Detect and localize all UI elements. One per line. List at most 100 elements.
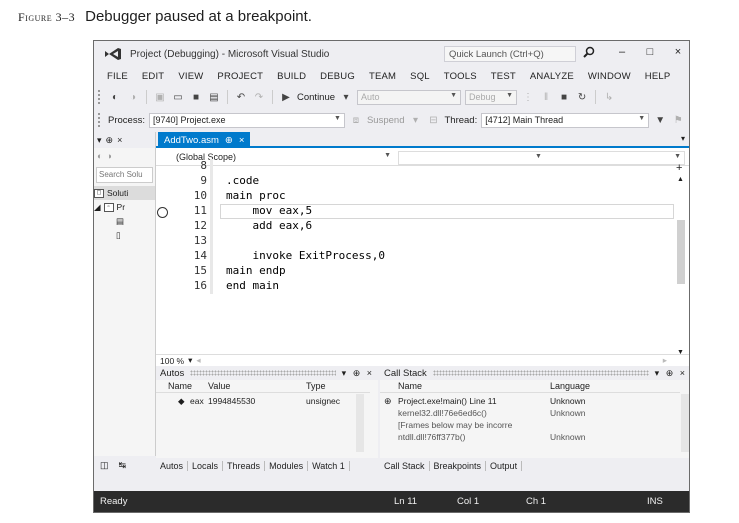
menu-test[interactable]: TEST xyxy=(484,71,523,82)
autos-scrollbar[interactable] xyxy=(356,394,364,452)
solution-explorer-tab-icon[interactable]: ◫ xyxy=(100,460,109,471)
menu-sql[interactable]: SQL xyxy=(403,71,437,82)
new-project-icon[interactable]: ▣ xyxy=(153,90,167,104)
flag-threads-icon[interactable]: ⚑ xyxy=(671,113,685,127)
tab-locals[interactable]: Locals xyxy=(188,461,224,471)
undo-icon[interactable]: ↶ xyxy=(234,90,248,104)
restart-icon[interactable]: ↻ xyxy=(575,90,589,104)
scrollbar-thumb[interactable] xyxy=(677,220,685,284)
menu-view[interactable]: VIEW xyxy=(171,71,210,82)
menu-team[interactable]: TEAM xyxy=(362,71,403,82)
configuration-select[interactable]: Debug ▼ xyxy=(465,89,518,105)
thread-select[interactable]: [4712] Main Thread ▼ xyxy=(481,112,650,128)
toolbar-grip[interactable] xyxy=(98,113,102,127)
class-view-tab-icon[interactable]: ↹ xyxy=(119,460,127,471)
tab-addtwo-asm[interactable]: AddTwo.asm ⊕ × xyxy=(158,132,251,148)
navigate-forward-icon[interactable]: ◑ xyxy=(126,90,140,104)
tab-overflow-chevron-icon[interactable]: ▾ xyxy=(681,134,685,143)
close-button[interactable]: × xyxy=(670,46,686,62)
suspend-button[interactable]: Suspend xyxy=(367,115,405,126)
zoom-level[interactable]: 100 % xyxy=(160,356,184,366)
table-row[interactable]: [Frames below may be incorre xyxy=(380,420,680,432)
code-line: 14 invoke ExitProcess,0 xyxy=(156,249,674,264)
suspend-icon[interactable]: ⧈ xyxy=(349,113,363,127)
break-all-icon[interactable]: ‖ xyxy=(539,90,553,104)
pin-icon[interactable]: ⊕ xyxy=(106,135,114,146)
save-icon[interactable]: ■ xyxy=(189,90,203,104)
tab-modules[interactable]: Modules xyxy=(265,461,309,471)
menu-help[interactable]: HELP xyxy=(638,71,678,82)
continue-button[interactable]: Continue xyxy=(297,92,335,103)
solution-explorer-panel: ▾ ⊕ × ◐ ◑ Search Solu ◻ Soluti ◢ ▫ Pr ▤ … xyxy=(94,132,156,474)
search-icon[interactable] xyxy=(582,46,596,60)
thread-icon[interactable]: ⊟ xyxy=(426,113,440,127)
column-header-name[interactable]: Name xyxy=(398,381,422,391)
call-stack-header: Call Stack ▾ ⊕ × xyxy=(380,366,689,380)
toolbar-grip[interactable] xyxy=(98,90,102,104)
autos-var-value[interactable]: 1994845530 xyxy=(208,396,255,406)
tree-item-solution[interactable]: ◻ Soluti xyxy=(94,186,155,200)
tab-output[interactable]: Output xyxy=(486,461,523,471)
split-window-icon[interactable]: + xyxy=(676,162,682,174)
menu-file[interactable]: FILE xyxy=(100,71,135,82)
close-tab-icon[interactable]: × xyxy=(239,135,245,146)
column-header-type[interactable]: Type xyxy=(306,381,326,391)
scroll-right-icon[interactable]: ▸ xyxy=(663,355,667,366)
tree-item-project[interactable]: ◢ ▫ Pr xyxy=(94,200,155,214)
editor-vertical-scrollbar[interactable]: + ▲ ▼ xyxy=(675,162,687,358)
chevron-down-icon[interactable]: ▾ xyxy=(339,90,353,104)
table-row[interactable]: ◆ eax 1994845530 unsignec xyxy=(156,396,370,408)
menu-window[interactable]: WINDOW xyxy=(581,71,638,82)
pane-controls-icon[interactable]: ▾ ⊕ × xyxy=(342,368,378,379)
tree-item-asm-file[interactable]: ▯ xyxy=(94,228,155,242)
minimize-button[interactable]: – xyxy=(614,46,630,62)
table-row[interactable]: ntdll.dll!76ff377b() Unknown xyxy=(380,432,680,444)
column-header-language[interactable]: Language xyxy=(550,381,590,391)
tab-breakpoints[interactable]: Breakpoints xyxy=(430,461,487,471)
tab-watch-1[interactable]: Watch 1 xyxy=(308,461,350,471)
redo-icon[interactable]: ↷ xyxy=(252,90,266,104)
chevron-down-icon[interactable]: ▾ xyxy=(408,113,422,127)
asm-file-icon: ▯ xyxy=(116,229,121,240)
code-area[interactable]: 8 9 .code 10 main proc 11 mov eax,5 12 a… xyxy=(156,159,674,361)
pane-controls-icon[interactable]: ▾ ⊕ × xyxy=(655,368,689,379)
pin-tab-icon[interactable]: ⊕ xyxy=(225,135,233,146)
solution-search-input[interactable]: Search Solu xyxy=(96,167,153,183)
save-all-icon[interactable]: ▤ xyxy=(207,90,221,104)
column-header-value[interactable]: Value xyxy=(208,381,230,391)
tab-call-stack[interactable]: Call Stack xyxy=(380,461,430,471)
quick-launch-input[interactable]: Quick Launch (Ctrl+Q) xyxy=(444,46,576,62)
menu-tools[interactable]: TOOLS xyxy=(437,71,484,82)
maximize-button[interactable]: □ xyxy=(642,46,658,62)
dropdown-icon[interactable]: ▾ xyxy=(97,135,102,146)
process-select[interactable]: [9740] Project.exe ▼ xyxy=(148,112,345,128)
table-row[interactable]: ⊕ Project.exe!main() Line 11 Unknown xyxy=(380,396,680,408)
continue-play-icon[interactable]: ▶ xyxy=(279,90,293,104)
chevron-down-icon[interactable]: ▾ xyxy=(188,355,192,366)
back-icon[interactable]: ◐ xyxy=(97,151,102,161)
menu-project[interactable]: PROJECT xyxy=(210,71,270,82)
tab-threads[interactable]: Threads xyxy=(223,461,266,471)
filter-icon[interactable]: ▼ xyxy=(653,113,667,127)
scroll-left-icon[interactable]: ◂ xyxy=(196,355,200,366)
open-file-icon[interactable]: ▭ xyxy=(171,90,185,104)
stop-debugging-icon[interactable]: ■ xyxy=(557,90,571,104)
menu-analyze[interactable]: ANALYZE xyxy=(523,71,581,82)
menu-debug[interactable]: DEBUG xyxy=(313,71,362,82)
navigate-back-icon[interactable]: ◐ xyxy=(108,90,122,104)
call-stack-scrollbar[interactable] xyxy=(681,394,689,452)
tab-autos[interactable]: Autos xyxy=(156,461,189,471)
breakpoint-icon[interactable] xyxy=(157,207,168,218)
column-header-name[interactable]: Name xyxy=(168,381,192,391)
forward-icon[interactable]: ◑ xyxy=(106,151,111,161)
step-icon[interactable]: ⋮ xyxy=(521,90,535,104)
scroll-up-icon[interactable]: ▲ xyxy=(677,176,684,183)
expand-arrow-icon[interactable]: ◢ xyxy=(94,202,101,213)
tree-item-references[interactable]: ▤ xyxy=(94,214,155,228)
table-row[interactable]: kernel32.dll!76e6ed6c() Unknown xyxy=(380,408,680,420)
show-next-statement-icon[interactable]: ↳ xyxy=(602,90,616,104)
menu-edit[interactable]: EDIT xyxy=(135,71,171,82)
solution-platform-select[interactable]: Auto ▼ xyxy=(357,89,462,105)
menu-build[interactable]: BUILD xyxy=(270,71,313,82)
close-icon[interactable]: × xyxy=(117,135,122,145)
